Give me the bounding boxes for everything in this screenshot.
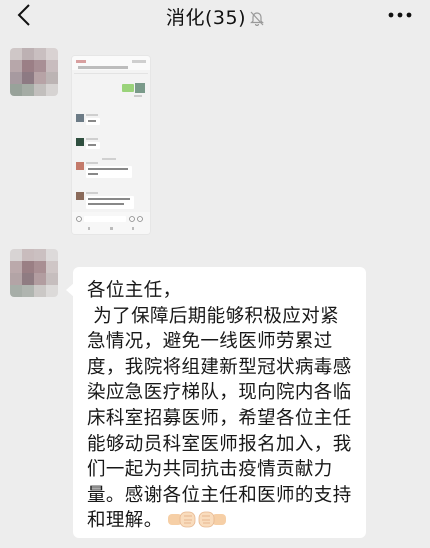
chat-title-text: 消化(35) [165, 7, 246, 29]
chat-title: 消化(35) [0, 3, 430, 30]
text-message-bubble[interactable]: 各位主任， 为了保障后期能够积极应对紧急情况，避免一线医师劳累过度，我院将组建新… [66, 267, 366, 538]
fist-bump-emoji [167, 511, 226, 528]
avatar[interactable] [10, 48, 58, 96]
bell-off-icon [250, 11, 264, 26]
avatar[interactable] [10, 249, 58, 297]
message-text: 各位主任， 为了保障后期能够积极应对紧急情况，避免一线医师劳累过度，我院将组建新… [87, 280, 352, 532]
more-dots-icon[interactable] [388, 12, 412, 18]
chat-screenshot-thumbnail [72, 56, 150, 234]
chat-header: 消化(35) [0, 0, 430, 30]
image-message[interactable] [72, 56, 150, 234]
